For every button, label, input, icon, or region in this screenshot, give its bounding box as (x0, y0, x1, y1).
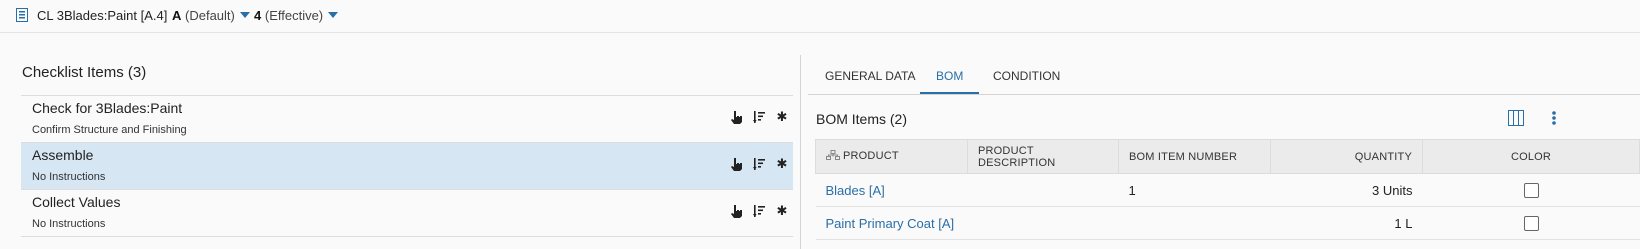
asterisk-icon[interactable]: ✱ (775, 203, 789, 218)
chevron-down-icon (239, 12, 250, 18)
product-link[interactable]: Blades [A] (815, 173, 968, 207)
checklist-item[interactable]: Collect Values No Instructions ✱ (21, 190, 793, 237)
effectivity-selector[interactable]: 4 (Effective) (254, 8, 339, 23)
checklist-item-instructions: Confirm Structure and Finishing (32, 124, 187, 136)
color-checkbox[interactable] (1523, 216, 1539, 232)
table-row[interactable]: Paint Primary Coat [A] 1 L (815, 206, 1640, 240)
detail-tabs: GENERAL DATA BOM CONDITION (808, 56, 1640, 95)
revision-label: (Default) (185, 8, 235, 23)
checklist-item-name: Collect Values (32, 194, 121, 210)
columns-icon[interactable] (1508, 110, 1524, 131)
checklist-icon (16, 8, 28, 22)
product-description-cell (967, 173, 1119, 207)
sort-icon[interactable] (752, 157, 766, 171)
checklist-item-name: Check for 3Blades:Paint (32, 100, 183, 116)
tab-condition[interactable]: CONDITION (977, 56, 1076, 93)
product-description-cell (967, 206, 1119, 240)
color-checkbox[interactable] (1523, 183, 1539, 199)
checklist-items-title: Checklist Items (3) (22, 64, 147, 81)
more-vertical-icon[interactable] (1551, 110, 1557, 131)
asterisk-icon[interactable]: ✱ (775, 156, 789, 171)
bom-item-number-cell: 1 (1118, 173, 1271, 207)
column-header-bom-item-number[interactable]: BOM ITEM NUMBER (1118, 139, 1271, 174)
object-title: CL 3Blades:Paint [A.4] (37, 8, 168, 23)
column-header-product-description[interactable]: PRODUCT DESCRIPTION (967, 139, 1119, 174)
tab-bom[interactable]: BOM (920, 56, 980, 94)
sort-icon[interactable] (752, 204, 766, 218)
table-header-row: PRODUCT PRODUCT DESCRIPTION BOM ITEM NUM… (815, 139, 1640, 174)
move-handle-icon[interactable] (826, 149, 840, 164)
bom-items-title: BOM Items (2) (816, 111, 908, 127)
checklist-list: Check for 3Blades:Paint Confirm Structur… (21, 95, 793, 237)
tab-general-data[interactable]: GENERAL DATA (809, 56, 931, 93)
chevron-down-icon (328, 12, 339, 18)
quantity-cell: 3 Units (1270, 173, 1423, 207)
color-cell (1422, 206, 1640, 240)
checklist-item-name: Assemble (32, 147, 94, 163)
bom-table: PRODUCT PRODUCT DESCRIPTION BOM ITEM NUM… (815, 139, 1640, 240)
revision-selector[interactable]: A (Default) (172, 8, 250, 23)
column-header-product[interactable]: PRODUCT (815, 139, 968, 174)
sort-icon[interactable] (752, 110, 766, 124)
product-link[interactable]: Paint Primary Coat [A] (815, 206, 968, 240)
color-cell (1422, 173, 1640, 207)
quantity-cell: 1 L (1270, 206, 1423, 240)
bom-item-number-cell (1118, 206, 1271, 240)
effectivity-label: (Effective) (264, 8, 324, 23)
column-header-quantity[interactable]: QUANTITY (1270, 139, 1423, 174)
asterisk-icon[interactable]: ✱ (775, 109, 789, 124)
checklist-item-instructions: No Instructions (32, 171, 106, 183)
panel-divider[interactable] (800, 55, 801, 249)
effectivity-value: 4 (254, 8, 262, 23)
column-header-color[interactable]: COLOR (1422, 139, 1640, 174)
table-row[interactable]: Blades [A] 1 3 Units (815, 173, 1640, 207)
column-label: PRODUCT (843, 149, 899, 162)
hand-pointer-icon[interactable] (729, 110, 743, 124)
checklist-item-instructions: No Instructions (32, 218, 106, 230)
hand-pointer-icon[interactable] (729, 157, 743, 171)
object-header: CL 3Blades:Paint [A.4] A (Default) 4 (Ef… (0, 0, 1640, 33)
checklist-item[interactable]: Assemble No Instructions ✱ (21, 143, 793, 190)
checklist-item[interactable]: Check for 3Blades:Paint Confirm Structur… (21, 96, 793, 143)
hand-pointer-icon[interactable] (729, 204, 743, 218)
revision-value: A (172, 8, 182, 23)
